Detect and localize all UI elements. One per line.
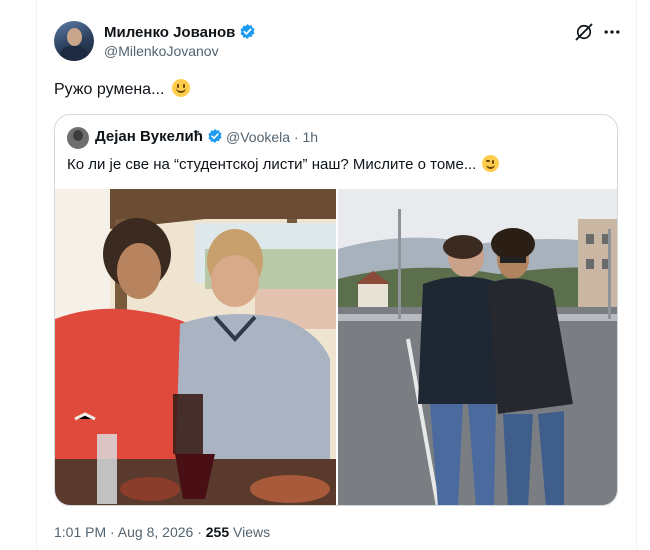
tweet-text-content: Ружо румена... xyxy=(54,81,165,98)
quote-text: Ко ли је све на “студентској листи” наш?… xyxy=(67,155,500,173)
views-label: Views xyxy=(229,524,271,540)
author-name[interactable]: Миленко Јованов xyxy=(104,24,235,41)
street-photo xyxy=(338,189,617,505)
quote-author-row: Дејан Вукелић xyxy=(95,128,223,145)
avatar[interactable] xyxy=(54,21,94,61)
quote-handle-row: @Vookela · 1h xyxy=(226,129,318,145)
quoted-tweet[interactable]: Дејан Вукелић @Vookela · 1h Ко ли је све… xyxy=(54,114,618,506)
verified-badge-icon xyxy=(240,24,255,39)
smile-emoji xyxy=(172,79,191,97)
quote-avatar xyxy=(67,127,89,149)
quote-time: · 1h xyxy=(293,129,319,145)
more-icon[interactable] xyxy=(602,22,622,42)
author-handle[interactable]: @MilenkoJovanov xyxy=(104,43,219,59)
column-border-right xyxy=(636,0,637,550)
verified-badge-icon xyxy=(208,129,222,143)
quote-author-name: Дејан Вукелић xyxy=(95,128,203,145)
timestamp-text[interactable]: 1:01 PM · Aug 8, 2026 · xyxy=(54,524,206,540)
photo-right[interactable] xyxy=(338,189,617,505)
quote-handle: @Vookela xyxy=(226,129,291,145)
quote-text-content: Ко ли је све на “студентској листи” наш?… xyxy=(67,156,477,173)
tweet-text: Ружо румена... xyxy=(54,79,191,99)
wink-emoji xyxy=(482,155,500,172)
restaurant-photo xyxy=(55,189,336,505)
grok-icon[interactable] xyxy=(574,22,594,42)
photo-left[interactable] xyxy=(55,189,336,505)
tweet-timestamp[interactable]: 1:01 PM · Aug 8, 2026 · 255 Views xyxy=(54,524,270,540)
views-count: 255 xyxy=(205,524,230,540)
column-border-left xyxy=(36,0,37,550)
author-name-row[interactable]: Миленко Јованов xyxy=(104,23,256,41)
